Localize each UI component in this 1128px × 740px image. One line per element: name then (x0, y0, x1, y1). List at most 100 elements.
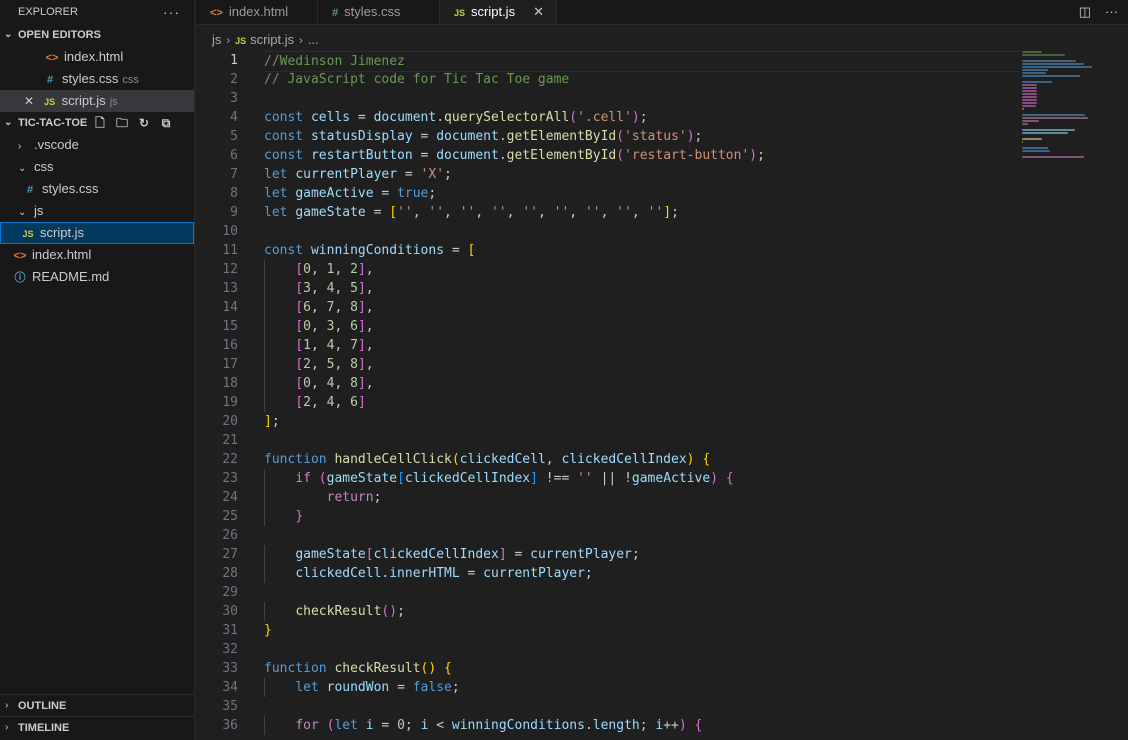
tree-item-readme[interactable]: ⓘ README.md (0, 266, 194, 288)
code-line[interactable]: 1 //Wedinson Jimenez (196, 51, 1020, 72)
indent-guide (264, 602, 265, 621)
code-line[interactable]: 30 checkResult(); (196, 602, 1020, 621)
tab-index-html[interactable]: <> index.html (196, 0, 318, 24)
code-line[interactable]: 23 if (gameState[clickedCellIndex] !== '… (196, 469, 1020, 488)
line-content: [6, 7, 8], (295, 300, 374, 315)
code-line[interactable]: 16 [1, 4, 7], (196, 336, 1020, 355)
chevron-down-icon: ⌄ (4, 117, 13, 128)
line-content: // JavaScript code for Tic Tac Toe game (264, 72, 570, 87)
new-file-icon[interactable]: 🗋 (92, 115, 108, 131)
line-number: 29 (222, 585, 238, 600)
code-line[interactable]: 13 [3, 4, 5], (196, 279, 1020, 298)
minimap-line (1022, 123, 1028, 125)
code-line[interactable]: 14 [6, 7, 8], (196, 298, 1020, 317)
code-line[interactable]: 9 let gameState = ['', '', '', '', '', ''… (196, 203, 1020, 222)
minimap-line (1022, 60, 1076, 62)
open-editors-section[interactable]: ⌄ OPEN EDITORS (0, 24, 194, 46)
breadcrumb-symbol[interactable]: ... (308, 32, 319, 47)
code-line[interactable]: 19 [2, 4, 6] (196, 393, 1020, 412)
code-line[interactable]: 5 const statusDisplay = document.getEleme… (196, 127, 1020, 146)
code-line[interactable]: 24 return; (196, 488, 1020, 507)
tree-item-label: styles.css (42, 181, 99, 196)
code-line[interactable]: 21 (196, 431, 1020, 450)
code-line[interactable]: 3 (196, 89, 1020, 108)
code-line[interactable]: 7 let currentPlayer = 'X'; (196, 165, 1020, 184)
line-content: } (295, 509, 304, 524)
collapse-all-icon[interactable]: ⧉ (158, 115, 174, 131)
tree-item-js-folder[interactable]: ⌄ js (0, 200, 194, 222)
code-editor[interactable]: 1 //Wedinson Jimenez 2 // JavaScript code f… (196, 51, 1020, 740)
line-number: 26 (222, 528, 238, 543)
line-content: [1, 4, 7], (295, 338, 374, 353)
open-editor-folder: css (122, 74, 139, 86)
indent-guide (264, 355, 265, 374)
code-line[interactable]: 15 [0, 3, 6], (196, 317, 1020, 336)
code-line[interactable]: 10 (196, 222, 1020, 241)
code-line[interactable]: 31} (196, 621, 1020, 640)
html-file-icon: <> (210, 7, 223, 19)
code-line[interactable]: 12 [0, 1, 2], (196, 260, 1020, 279)
code-line[interactable]: 25 } (196, 507, 1020, 526)
js-file-icon: JS (235, 36, 247, 46)
line-content: const winningConditions = [ (264, 243, 476, 258)
outline-title: OUTLINE (18, 700, 67, 712)
line-number: 4 (230, 110, 238, 125)
code-line[interactable]: 27 gameState[clickedCellIndex] = current… (196, 545, 1020, 564)
line-number: 25 (222, 509, 238, 524)
new-folder-icon[interactable]: 🗀 (114, 115, 130, 131)
html-file-icon: <> (13, 250, 27, 262)
code-line[interactable]: 2 // JavaScript code for Tic Tac Toe game (196, 70, 1020, 89)
refresh-icon[interactable]: ↻ (136, 115, 152, 131)
more-actions-icon[interactable]: ··· (1105, 0, 1118, 24)
line-number: 1 (230, 53, 238, 68)
code-line[interactable]: 8 let gameActive = true; (196, 184, 1020, 203)
tree-item-css-folder[interactable]: ⌄ css (0, 156, 194, 178)
open-editor-label: styles.css (62, 71, 119, 86)
tree-item-index-html[interactable]: <> index.html (0, 244, 194, 266)
code-line[interactable]: 11 const winningConditions = [ (196, 241, 1020, 260)
tree-item-styles-css[interactable]: # styles.css (0, 178, 194, 200)
outline-section[interactable]: › OUTLINE (0, 694, 194, 716)
breadcrumb-file[interactable]: script.js (250, 32, 294, 47)
code-line[interactable]: 28 clickedCell.innerHTML = currentPlayer… (196, 564, 1020, 583)
project-section[interactable]: ⌄ TIC-TAC-TOE 🗋 🗀 ↻ ⧉ (0, 112, 194, 134)
open-editor-item-styles-css[interactable]: # styles.css css (0, 68, 194, 90)
line-number: 3 (230, 91, 238, 106)
minimap-line (1022, 120, 1039, 122)
minimap-line (1022, 138, 1042, 140)
open-editor-item-index-html[interactable]: <> index.html (0, 46, 194, 68)
more-actions-icon[interactable]: ··· (163, 0, 180, 24)
code-line[interactable]: 32 (196, 640, 1020, 659)
tree-item-vscode[interactable]: › .vscode (0, 134, 194, 156)
close-tab-icon[interactable]: ✕ (533, 4, 544, 19)
code-line[interactable]: 22 function handleCellClick(clickedCell, … (196, 450, 1020, 469)
line-number: 28 (222, 566, 238, 581)
code-line[interactable]: 36 for (let i = 0; i < winningConditions… (196, 716, 1020, 735)
minimap[interactable] (1022, 51, 1122, 211)
code-line[interactable]: 18 [0, 4, 8], (196, 374, 1020, 393)
code-line[interactable]: 4 const cells = document.querySelectorAll… (196, 108, 1020, 127)
html-file-icon: <> (45, 52, 59, 64)
close-icon[interactable]: ✕ (24, 90, 38, 112)
timeline-section[interactable]: › TIMELINE (0, 716, 194, 738)
tab-script-js[interactable]: JS script.js ✕ (440, 0, 557, 24)
vertical-scrollbar[interactable] (1122, 51, 1128, 740)
open-editor-item-script-js[interactable]: ✕ JS script.js js (0, 90, 194, 112)
code-line[interactable]: 35 (196, 697, 1020, 716)
breadcrumb-folder[interactable]: js (212, 32, 221, 47)
code-line[interactable]: 26 (196, 526, 1020, 545)
line-content: let gameState = ['', '', '', '', '', '',… (264, 205, 679, 220)
split-editor-icon[interactable]: ◫ (1079, 0, 1091, 24)
tab-styles-css[interactable]: # styles.css (318, 0, 440, 24)
timeline-title: TIMELINE (18, 722, 70, 734)
info-icon: ⓘ (14, 272, 26, 284)
minimap-line (1022, 147, 1049, 149)
tree-item-script-js[interactable]: JS script.js (0, 222, 194, 244)
code-line[interactable]: 6 const restartButton = document.getEleme… (196, 146, 1020, 165)
code-line[interactable]: 34 let roundWon = false; (196, 678, 1020, 697)
indent-guide (264, 336, 265, 355)
code-line[interactable]: 17 [2, 5, 8], (196, 355, 1020, 374)
code-line[interactable]: 29 (196, 583, 1020, 602)
code-line[interactable]: 20]; (196, 412, 1020, 431)
code-line[interactable]: 33 function checkResult() { (196, 659, 1020, 678)
